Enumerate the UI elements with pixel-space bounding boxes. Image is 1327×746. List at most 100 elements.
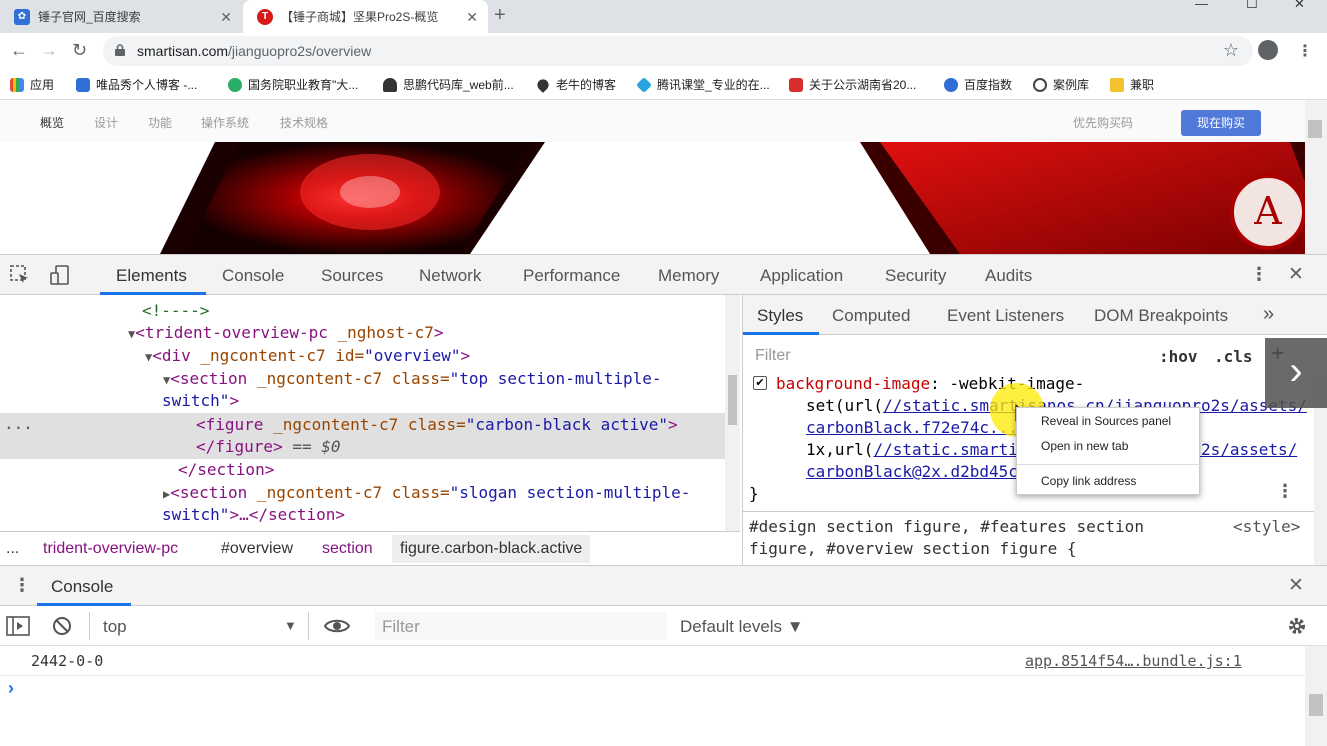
- bookmark-item[interactable]: 百度指数: [944, 76, 1012, 93]
- style-source-link[interactable]: <style>: [1233, 517, 1300, 536]
- log-source-link[interactable]: app.8514f54….bundle.js:1: [1025, 652, 1242, 670]
- tab-styles[interactable]: Styles: [757, 306, 803, 326]
- nav-design[interactable]: 设计: [94, 114, 118, 131]
- bookmark-item[interactable]: 老牛的博客: [535, 76, 616, 93]
- rule-menu-icon[interactable]: ⋮: [1276, 481, 1294, 502]
- bookmark-star-icon[interactable]: ☆: [1223, 40, 1239, 61]
- device-toolbar-icon[interactable]: [49, 264, 71, 286]
- log-levels-dropdown[interactable]: Default levels ▼: [680, 617, 804, 637]
- asset-link[interactable]: carbonBlack@2x.d2bd45c...: [806, 462, 1047, 481]
- breadcrumb-current[interactable]: figure.carbon-black.active: [392, 535, 591, 563]
- page-scrollbar[interactable]: [1305, 100, 1327, 254]
- tab-application[interactable]: Application: [760, 266, 843, 286]
- scrollbar-thumb[interactable]: [1308, 120, 1322, 138]
- css-selector[interactable]: figure, #overview section figure {: [749, 539, 1077, 558]
- tab-dom-breakpoints[interactable]: DOM Breakpoints: [1094, 306, 1228, 326]
- sidebar-toggle-icon[interactable]: [6, 616, 30, 636]
- nav-specs[interactable]: 技术规格: [280, 114, 328, 131]
- buy-now-button[interactable]: 现在购买: [1181, 110, 1261, 136]
- nav-os[interactable]: 操作系统: [201, 114, 249, 131]
- close-icon[interactable]: ✕: [220, 9, 232, 26]
- tab-network[interactable]: Network: [419, 266, 481, 286]
- close-devtools-icon[interactable]: ✕: [1288, 263, 1304, 286]
- prebuy-code-link[interactable]: 优先购买码: [1073, 114, 1133, 131]
- log-text: 2442-0-0: [31, 652, 104, 670]
- tab-elements[interactable]: Elements: [116, 266, 187, 286]
- tab-event-listeners[interactable]: Event Listeners: [947, 306, 1064, 326]
- scrollbar-thumb[interactable]: [728, 375, 737, 425]
- property-checkbox[interactable]: ✔: [753, 376, 767, 390]
- bookmark-item[interactable]: 腾讯课堂_专业的在...: [636, 76, 770, 93]
- console-prompt-icon[interactable]: ›: [8, 678, 14, 699]
- console-settings-gear-icon[interactable]: [1286, 615, 1308, 637]
- nav-features[interactable]: 功能: [148, 114, 172, 131]
- site-nav: 概览 设计 功能 操作系统 技术规格 优先购买码 现在购买: [0, 100, 1305, 142]
- context-selector[interactable]: top ▼: [89, 612, 309, 640]
- browser-menu-icon[interactable]: ⋮: [1297, 41, 1313, 61]
- asset-link[interactable]: carbonBlack.f72e74c...: [806, 418, 1018, 437]
- breadcrumb-item[interactable]: section: [322, 540, 373, 558]
- bookmark-item[interactable]: 思鹏代码库_web前...: [383, 76, 514, 93]
- back-arrow-icon[interactable]: ←: [10, 41, 28, 59]
- reload-icon[interactable]: ↻: [72, 41, 87, 59]
- menu-item-open-new-tab[interactable]: Open in new tab: [1041, 439, 1128, 453]
- breadcrumb-item[interactable]: #overview: [221, 540, 293, 558]
- more-tabs-icon[interactable]: »: [1263, 303, 1274, 326]
- close-window-button[interactable]: ✕: [1294, 0, 1305, 12]
- tab-console[interactable]: Console: [222, 266, 284, 286]
- console-message: 2442-0-0 app.8514f54….bundle.js:1: [0, 646, 1305, 676]
- rule-close-brace: }: [749, 484, 759, 503]
- dom-comment[interactable]: <!---->: [142, 301, 209, 320]
- next-arrow-icon[interactable]: ›: [1265, 338, 1327, 408]
- cls-toggle[interactable]: .cls: [1214, 347, 1253, 366]
- dom-node[interactable]: ▶<section _ngcontent-c7 class="slogan se…: [163, 483, 690, 502]
- dom-node[interactable]: ▼<section _ngcontent-c7 class="top secti…: [163, 369, 662, 388]
- minimize-button[interactable]: —: [1195, 0, 1208, 11]
- new-tab-button[interactable]: +: [494, 4, 506, 27]
- tab-smartisan[interactable]: T 【锤子商城】坚果Pro2S-概览 ✕: [243, 0, 488, 33]
- drawer-tab-console[interactable]: Console: [51, 577, 113, 597]
- bookmark-item[interactable]: 兼职: [1110, 76, 1154, 93]
- devtools-menu-icon[interactable]: ⋮: [1250, 264, 1268, 285]
- bookmark-apps[interactable]: 应用: [10, 76, 54, 93]
- console-filter-input[interactable]: Filter: [375, 612, 667, 640]
- baidu-icon: ✿: [14, 8, 30, 25]
- tab-computed[interactable]: Computed: [832, 306, 910, 326]
- dom-node[interactable]: ▼<div _ngcontent-c7 id="overview">: [145, 346, 470, 365]
- profile-avatar-icon[interactable]: [1258, 40, 1278, 60]
- dom-scrollbar[interactable]: [725, 295, 740, 531]
- clear-console-icon[interactable]: [51, 615, 73, 637]
- bookmark-item[interactable]: 唯品秀个人博客 -...: [76, 76, 197, 93]
- close-drawer-icon[interactable]: ✕: [1288, 574, 1304, 597]
- maximize-button[interactable]: ☐: [1246, 0, 1258, 12]
- tab-baidu[interactable]: ✿ 锤子官网_百度搜索 ✕: [0, 0, 242, 33]
- styles-filter-input[interactable]: Filter: [749, 343, 1144, 369]
- breadcrumb-item[interactable]: trident-overview-pc: [43, 540, 178, 558]
- nav-overview[interactable]: 概览: [40, 114, 64, 131]
- bookmark-item[interactable]: 国务院职业教育"大...: [228, 76, 358, 93]
- console-scrollbar[interactable]: [1305, 646, 1327, 746]
- tab-sources[interactable]: Sources: [321, 266, 383, 286]
- breadcrumb-overflow[interactable]: ...: [6, 540, 19, 558]
- scrollbar-thumb[interactable]: [1309, 694, 1323, 716]
- tab-memory[interactable]: Memory: [658, 266, 719, 286]
- bookmark-item[interactable]: 关于公示湖南省20...: [789, 76, 916, 93]
- menu-item-reveal-sources[interactable]: Reveal in Sources panel: [1041, 414, 1171, 428]
- css-declaration[interactable]: background-image: -webkit-image-: [776, 374, 1084, 393]
- tab-performance[interactable]: Performance: [523, 266, 620, 286]
- forward-arrow-icon[interactable]: →: [40, 41, 58, 59]
- menu-item-copy-link[interactable]: Copy link address: [1041, 474, 1136, 488]
- close-icon[interactable]: ✕: [466, 9, 478, 26]
- dom-node-selected[interactable]: <figure _ngcontent-c7 class="carbon-blac…: [196, 415, 678, 434]
- tab-audits[interactable]: Audits: [985, 266, 1032, 286]
- tab-title: 锤子官网_百度搜索: [38, 10, 141, 24]
- address-bar[interactable]: smartisan.com/jianguopro2s/overview ☆: [103, 36, 1253, 66]
- hov-toggle[interactable]: :hov: [1159, 347, 1198, 366]
- inspect-element-icon[interactable]: [9, 264, 31, 286]
- eye-icon[interactable]: [324, 618, 350, 634]
- dom-node[interactable]: ▼<trident-overview-pc _nghost-c7>: [128, 323, 444, 342]
- drawer-menu-icon[interactable]: ⋮: [13, 575, 31, 596]
- tab-security[interactable]: Security: [885, 266, 946, 286]
- css-selector[interactable]: #design section figure, #features sectio…: [749, 517, 1144, 536]
- bookmark-item[interactable]: 案例库: [1033, 76, 1089, 93]
